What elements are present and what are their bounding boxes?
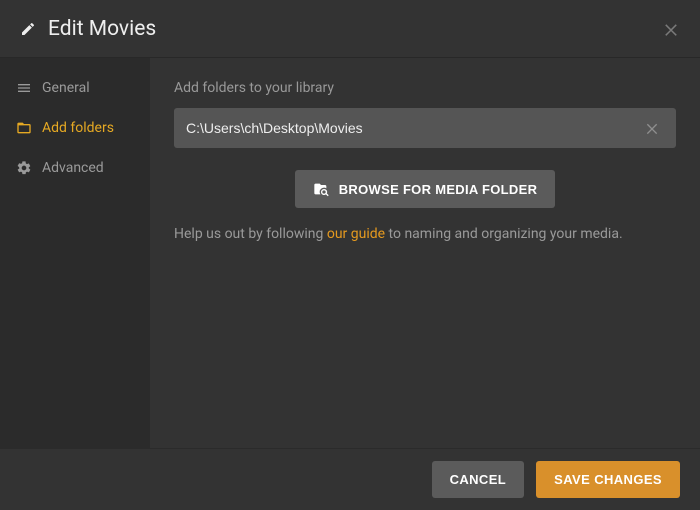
sidebar-item-add-folders[interactable]: Add folders — [0, 108, 150, 148]
browse-button-wrap: BROWSE FOR MEDIA FOLDER — [174, 170, 676, 208]
sidebar-item-label: General — [42, 80, 90, 96]
modal-footer: CANCEL SAVE CHANGES — [0, 448, 700, 510]
main-panel: Add folders to your library BROWSE FOR M… — [150, 58, 700, 448]
sidebar-item-label: Advanced — [42, 160, 104, 176]
sidebar: General Add folders Advanced — [0, 58, 150, 448]
browse-media-folder-button[interactable]: BROWSE FOR MEDIA FOLDER — [295, 170, 556, 208]
browse-button-label: BROWSE FOR MEDIA FOLDER — [339, 182, 538, 197]
gear-icon — [16, 160, 32, 176]
section-title: Add folders to your library — [174, 80, 676, 96]
sidebar-item-label: Add folders — [42, 120, 114, 136]
help-text: Help us out by following our guide to na… — [174, 226, 676, 242]
pencil-icon — [20, 20, 36, 38]
cancel-button[interactable]: CANCEL — [432, 461, 525, 498]
list-icon — [16, 80, 32, 96]
help-prefix: Help us out by following — [174, 226, 327, 242]
folder-search-icon — [313, 181, 329, 197]
modal-header: Edit Movies — [0, 0, 700, 58]
sidebar-item-advanced[interactable]: Advanced — [0, 148, 150, 188]
help-suffix: to naming and organizing your media. — [385, 226, 623, 242]
close-icon[interactable] — [662, 20, 680, 38]
sidebar-item-general[interactable]: General — [0, 68, 150, 108]
edit-library-modal: Edit Movies General Add folders — [0, 0, 700, 510]
folder-path-row — [174, 108, 676, 148]
folder-path-input[interactable] — [186, 120, 640, 136]
remove-folder-icon[interactable] — [640, 120, 664, 136]
save-changes-button[interactable]: SAVE CHANGES — [536, 461, 680, 498]
modal-title: Edit Movies — [48, 17, 156, 41]
modal-body: General Add folders Advanced Add folders… — [0, 58, 700, 448]
folder-open-icon — [16, 120, 32, 136]
help-guide-link[interactable]: our guide — [327, 226, 385, 242]
